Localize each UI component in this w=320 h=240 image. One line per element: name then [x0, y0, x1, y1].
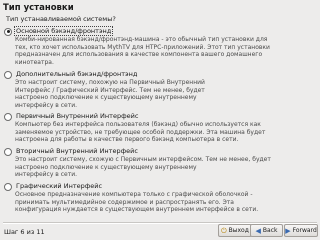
option-label[interactable]: Графический Интерфейс	[15, 182, 103, 190]
forward-arrow-icon: ▶	[285, 226, 291, 235]
option-secondary-backend[interactable]: Вторичный Внутренний Интерфейс Это настр…	[3, 147, 315, 178]
back-button-label: Back	[262, 226, 278, 234]
quit-button-label: Выход	[228, 226, 249, 234]
radio-frontend[interactable]	[4, 182, 12, 191]
option-description: Комби-нированная бэкэнд/фронтэнд-машина …	[15, 36, 270, 66]
option-label[interactable]: Вторичный Внутренний Интерфейс	[15, 147, 139, 155]
option-main-backend-frontend[interactable]: Основной бэкэнд/фронтэнд Комби-нированна…	[3, 26, 315, 66]
radio-additional-backend-frontend[interactable]	[4, 70, 12, 79]
option-additional-backend-frontend[interactable]: Дополнительный бэкэнд/фронтэнд Это настр…	[3, 70, 315, 109]
install-type-question: Тип устанавливаемой системы?	[6, 15, 116, 23]
forward-button-label: Forward	[292, 226, 317, 234]
page-title: Тип установки	[3, 3, 74, 13]
radio-secondary-backend[interactable]	[4, 147, 12, 156]
option-description: Компьютер без интерфейса пользователя (б…	[15, 121, 266, 144]
option-frontend[interactable]: Графический Интерфейс Основное предназна…	[3, 182, 315, 213]
forward-button[interactable]: ▶ Forward	[284, 224, 318, 237]
option-label[interactable]: Дополнительный бэкэнд/фронтэнд	[15, 70, 138, 78]
option-description: Это настроит систему, похожую на Первичн…	[15, 79, 205, 109]
option-primary-backend[interactable]: Первичный Внутренний Интерфейс Компьютер…	[3, 112, 315, 143]
install-type-options: Основной бэкэнд/фронтэнд Комби-нированна…	[3, 26, 315, 217]
quit-button[interactable]: ⏻ Выход	[218, 224, 252, 237]
option-description: Основное предназначение компьютера тольк…	[15, 191, 259, 214]
radio-primary-backend[interactable]	[4, 112, 12, 121]
radio-main-backend-frontend[interactable]	[4, 27, 12, 36]
option-label[interactable]: Основной бэкэнд/фронтэнд	[13, 26, 114, 36]
option-label[interactable]: Первичный Внутренний Интерфейс	[15, 112, 139, 120]
back-button[interactable]: ◀ Back	[250, 224, 283, 237]
back-arrow-icon: ◀	[255, 226, 261, 235]
step-indicator: Шаг 6 из 11	[4, 228, 45, 236]
option-description: Это настроит систему, схожую с Первичным…	[15, 156, 271, 179]
quit-icon: ⏻	[221, 226, 227, 235]
